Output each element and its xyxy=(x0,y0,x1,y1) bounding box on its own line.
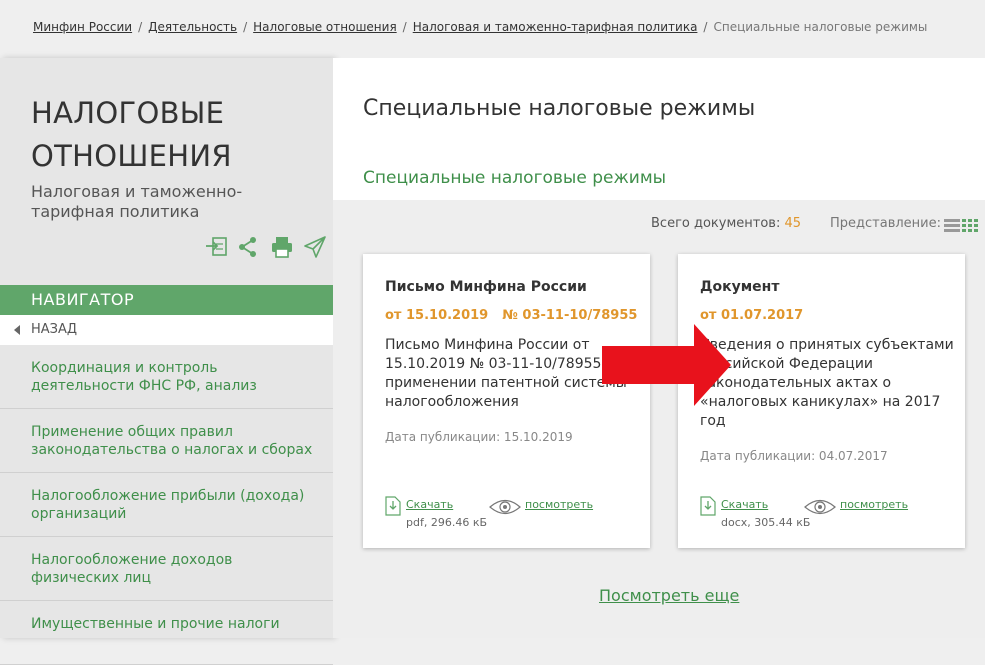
breadcrumb-current: Специальные налоговые режимы xyxy=(713,20,928,34)
nav-item-personal-income-tax[interactable]: Налогообложение доходов физических лиц xyxy=(0,537,333,601)
download-link[interactable]: Скачать xyxy=(721,498,768,511)
download-icon[interactable] xyxy=(385,496,401,516)
file-info: pdf, 296.46 кБ xyxy=(406,516,488,529)
card-title: Письмо Минфина России xyxy=(385,279,587,295)
grid-view-icon[interactable] xyxy=(962,217,978,236)
documents-area: Всего документов: 45 Представление: Пись… xyxy=(333,200,985,638)
document-count-label: Всего документов: xyxy=(651,216,781,231)
share-toolbar xyxy=(205,236,326,258)
download-link[interactable]: Скачать xyxy=(406,498,453,511)
list-view-icon[interactable] xyxy=(944,217,960,236)
red-arrow-annotation xyxy=(602,324,731,406)
sidebar-title: НАЛОГОВЫЕ ОТНОШЕНИЯ xyxy=(31,92,232,178)
card-publication-date: Дата публикации: 15.10.2019 xyxy=(385,430,573,444)
chevron-left-icon xyxy=(14,325,20,335)
breadcrumb-separator: / xyxy=(703,20,708,34)
page-title: Специальные налоговые режимы xyxy=(363,96,756,121)
view-mode-label: Представление: xyxy=(830,216,941,231)
nav-item-fns-coordination[interactable]: Координация и контроль деятельности ФНС … xyxy=(0,345,333,409)
sidebar-title-line1: НАЛОГОВЫЕ xyxy=(31,96,225,130)
breadcrumb-separator: / xyxy=(138,20,143,34)
card-publication-date: Дата публикации: 04.07.2017 xyxy=(700,449,888,463)
breadcrumb-link-minfin[interactable]: Минфин России xyxy=(33,20,132,34)
navigator-header: НАВИГАТОР xyxy=(0,285,333,315)
nav-item-profit-tax[interactable]: Налогообложение прибыли (дохода) организ… xyxy=(0,473,333,537)
breadcrumb-separator: / xyxy=(243,20,248,34)
section-title: Специальные налоговые режимы xyxy=(363,168,667,188)
eye-icon[interactable] xyxy=(489,498,521,516)
view-link[interactable]: посмотреть xyxy=(840,498,908,511)
breadcrumb: Минфин России / Деятельность / Налоговые отн… xyxy=(33,20,927,34)
breadcrumb-separator: / xyxy=(402,20,407,34)
download-icon[interactable] xyxy=(700,496,716,516)
breadcrumb-link-tax-relations[interactable]: Налоговые отношения xyxy=(253,20,397,34)
subscribe-icon[interactable] xyxy=(205,236,227,258)
document-count: Всего документов: 45 xyxy=(651,216,801,231)
nav-list: Координация и контроль деятельности ФНС … xyxy=(0,345,333,665)
share-icon[interactable] xyxy=(238,236,260,258)
send-icon[interactable] xyxy=(304,236,326,258)
card-description[interactable]: Сведения о принятых субъектами Российско… xyxy=(700,336,955,431)
nav-item-property-taxes[interactable]: Имущественные и прочие налоги xyxy=(0,601,333,665)
breadcrumb-link-tax-policy[interactable]: Налоговая и таможенно-тарифная политика xyxy=(413,20,698,34)
view-link[interactable]: посмотреть xyxy=(525,498,593,511)
breadcrumb-link-activity[interactable]: Деятельность xyxy=(148,20,237,34)
eye-icon[interactable] xyxy=(804,498,836,516)
card-date: от 15.10.2019 xyxy=(385,308,489,323)
nav-back-link[interactable]: НАЗАД xyxy=(0,315,333,345)
nav-back-label: НАЗАД xyxy=(31,322,78,337)
nav-item-general-rules[interactable]: Применение общих правил законодательства… xyxy=(0,409,333,473)
sidebar-subtitle: Налоговая и таможенно-тарифная политика xyxy=(31,182,243,221)
show-more-link[interactable]: Посмотреть еще xyxy=(599,586,739,605)
document-count-value: 45 xyxy=(784,216,802,231)
file-info: docx, 305.44 кБ xyxy=(721,516,811,529)
sidebar: НАЛОГОВЫЕ ОТНОШЕНИЯ Налоговая и таможенн… xyxy=(0,58,333,665)
view-mode-toggle xyxy=(944,217,978,236)
print-icon[interactable] xyxy=(271,236,293,258)
card-title: Документ xyxy=(700,279,780,295)
sidebar-title-line2: ОТНОШЕНИЯ xyxy=(31,139,232,173)
